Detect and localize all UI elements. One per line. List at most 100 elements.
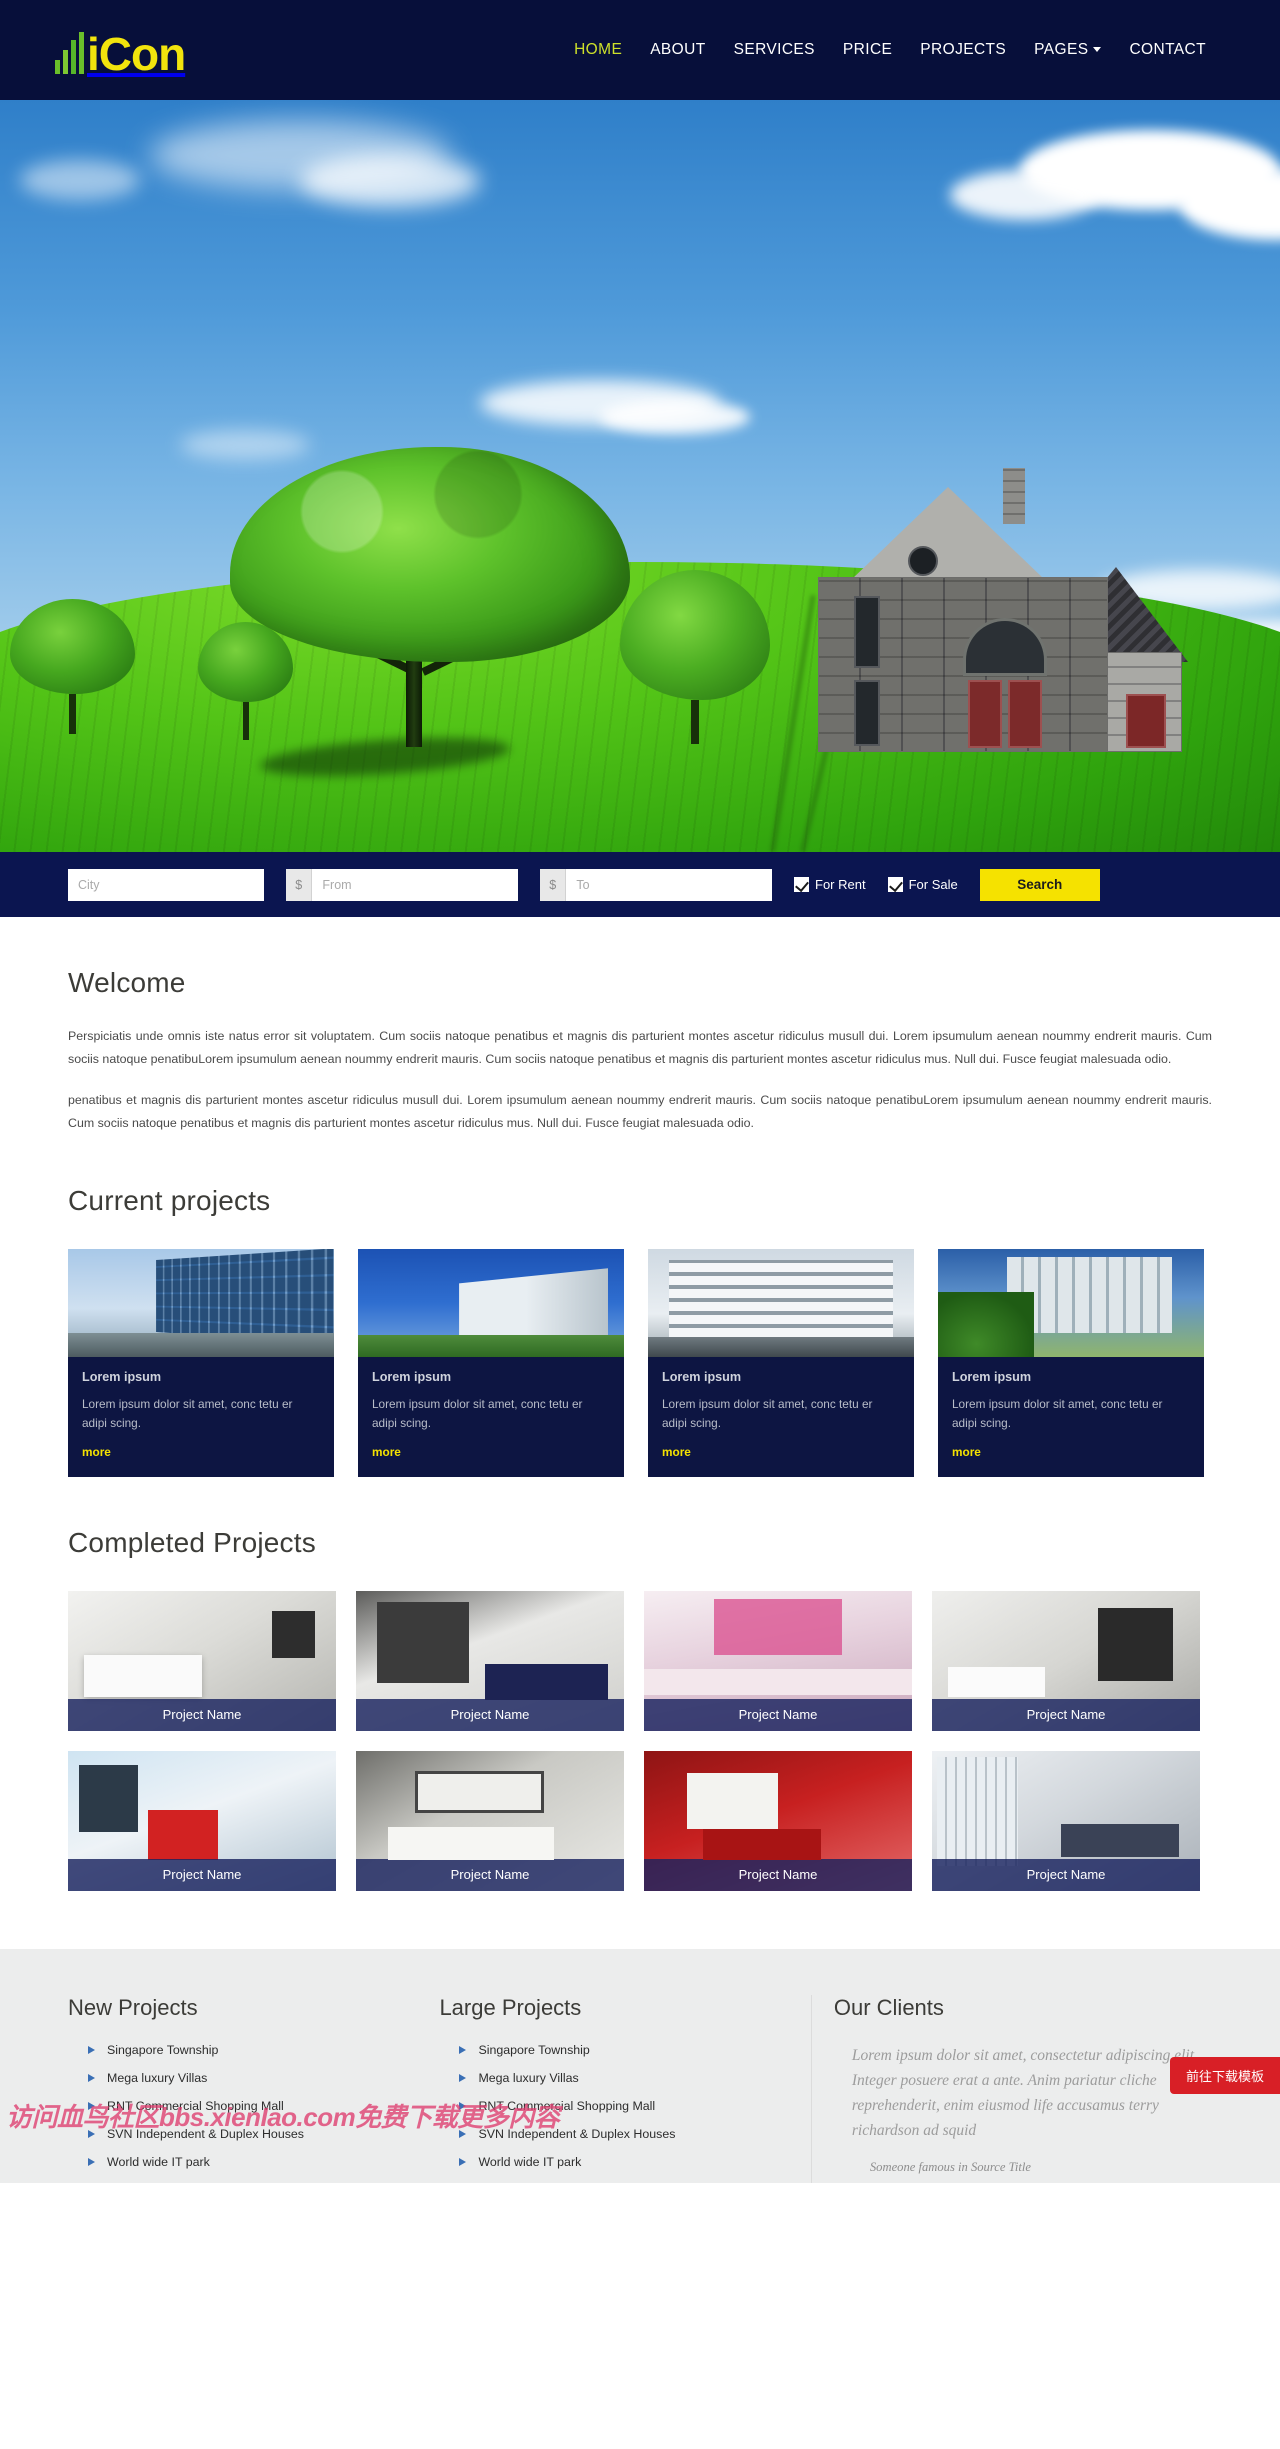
nav-item-projects[interactable]: PROJECTS bbox=[906, 41, 1020, 59]
price-to-field-wrapper: $ bbox=[540, 868, 772, 901]
list-item[interactable]: SVN Independent & Duplex Houses bbox=[68, 2127, 439, 2141]
checkbox-checked-icon bbox=[887, 877, 903, 892]
list-item[interactable]: Mega luxury Villas bbox=[68, 2071, 439, 2085]
nav-item-home[interactable]: HOME bbox=[560, 41, 636, 59]
project-card-title: Lorem ipsum bbox=[952, 1369, 1032, 1384]
for-sale-checkbox[interactable]: For Sale bbox=[887, 877, 958, 892]
current-projects-list: Lorem ipsum Lorem ipsum dolor sit amet, … bbox=[68, 1248, 1212, 1477]
list-item[interactable]: Mega luxury Villas bbox=[439, 2071, 810, 2085]
price-from-field-wrapper: $ bbox=[286, 868, 518, 901]
completed-projects-grid: Project Name Project Name Project Name P… bbox=[68, 1590, 1212, 1891]
for-rent-label: For Rent bbox=[815, 877, 866, 892]
project-card[interactable]: Lorem ipsum Lorem ipsum dolor sit amet, … bbox=[68, 1248, 334, 1477]
tile-caption: Project Name bbox=[932, 1858, 1200, 1891]
city-input[interactable] bbox=[68, 868, 264, 901]
list-item-link[interactable]: SVN Independent & Duplex Houses bbox=[478, 2127, 675, 2141]
house-illustration bbox=[758, 422, 1188, 752]
list-item-link[interactable]: Mega luxury Villas bbox=[478, 2071, 578, 2085]
list-item-link[interactable]: Mega luxury Villas bbox=[107, 2071, 207, 2085]
project-thumbnail bbox=[938, 1248, 1204, 1357]
project-card[interactable]: Lorem ipsum Lorem ipsum dolor sit amet, … bbox=[938, 1248, 1204, 1477]
list-item-link[interactable]: RNT Commercial Shopping Mall bbox=[478, 2099, 655, 2113]
completed-project-tile[interactable]: Project Name bbox=[644, 1590, 912, 1731]
project-card-text: Lorem ipsum dolor sit amet, conc tetu er… bbox=[372, 1396, 583, 1430]
list-item[interactable]: RNT Commercial Shopping Mall bbox=[68, 2099, 439, 2113]
property-search-bar: $ $ For Rent For Sale Search bbox=[0, 852, 1280, 917]
completed-project-tile[interactable]: Project Name bbox=[68, 1590, 336, 1731]
currency-symbol-icon: $ bbox=[540, 868, 567, 901]
current-projects-section: Current projects Lorem ipsum Lorem ipsum… bbox=[0, 1185, 1280, 1477]
site-header: iCon HOME ABOUT SERVICES PRICE PROJECTS … bbox=[0, 0, 1280, 100]
project-card-text: Lorem ipsum dolor sit amet, conc tetu er… bbox=[82, 1396, 293, 1430]
tile-caption: Project Name bbox=[644, 1698, 912, 1731]
search-button[interactable]: Search bbox=[979, 868, 1100, 901]
nav-item-pages-label: PAGES bbox=[1034, 41, 1089, 58]
cloud-decoration bbox=[20, 160, 140, 200]
project-card[interactable]: Lorem ipsum Lorem ipsum dolor sit amet, … bbox=[648, 1248, 914, 1477]
list-item[interactable]: RNT Commercial Shopping Mall bbox=[439, 2099, 810, 2113]
welcome-section: Welcome Perspiciatis unde omnis iste nat… bbox=[0, 967, 1280, 1135]
city-field-wrapper bbox=[68, 868, 264, 901]
project-thumbnail bbox=[68, 1248, 334, 1357]
completed-project-tile[interactable]: Project Name bbox=[356, 1590, 624, 1731]
completed-project-tile[interactable]: Project Name bbox=[644, 1750, 912, 1891]
completed-project-tile[interactable]: Project Name bbox=[356, 1750, 624, 1891]
project-thumbnail bbox=[648, 1248, 914, 1357]
client-testimonial: Lorem ipsum dolor sit amet, consectetur … bbox=[834, 2043, 1212, 2178]
nav-item-pages[interactable]: PAGES bbox=[1020, 41, 1115, 59]
list-item-link[interactable]: SVN Independent & Duplex Houses bbox=[107, 2127, 304, 2141]
for-rent-checkbox[interactable]: For Rent bbox=[794, 877, 866, 892]
list-item-link[interactable]: World wide IT park bbox=[478, 2155, 581, 2169]
list-item-link[interactable]: Singapore Township bbox=[107, 2043, 218, 2057]
project-more-link[interactable]: more bbox=[662, 1445, 691, 1459]
project-more-link[interactable]: more bbox=[372, 1445, 401, 1459]
list-item[interactable]: SVN Independent & Duplex Houses bbox=[439, 2127, 810, 2141]
cloud-decoration bbox=[600, 400, 750, 434]
completed-project-tile[interactable]: Project Name bbox=[932, 1590, 1200, 1731]
currency-symbol-icon: $ bbox=[286, 868, 313, 901]
tile-caption: Project Name bbox=[356, 1858, 624, 1891]
welcome-paragraph-1: Perspiciatis unde omnis iste natus error… bbox=[68, 1029, 1212, 1066]
completed-project-tile[interactable]: Project Name bbox=[68, 1750, 336, 1891]
tile-caption: Project Name bbox=[68, 1858, 336, 1891]
current-projects-title: Current projects bbox=[68, 1184, 271, 1216]
price-to-input[interactable] bbox=[566, 868, 772, 901]
foreground-tree-icon bbox=[230, 447, 630, 747]
nav-item-price[interactable]: PRICE bbox=[829, 41, 906, 59]
welcome-title: Welcome bbox=[68, 967, 186, 998]
project-more-link[interactable]: more bbox=[952, 1445, 981, 1459]
hero-banner bbox=[0, 100, 1280, 852]
arrow-right-icon bbox=[459, 2101, 467, 2110]
nav-item-services[interactable]: SERVICES bbox=[720, 41, 829, 59]
download-template-button[interactable]: 前往下载模板 bbox=[1169, 2056, 1280, 2094]
nav-item-about[interactable]: ABOUT bbox=[636, 41, 719, 59]
bar-chart-logo-icon bbox=[55, 32, 84, 76]
list-item[interactable]: World wide IT park bbox=[439, 2155, 810, 2169]
project-thumbnail bbox=[358, 1248, 624, 1357]
price-from-input[interactable] bbox=[312, 868, 518, 901]
project-card-text: Lorem ipsum dolor sit amet, conc tetu er… bbox=[952, 1396, 1163, 1430]
arrow-right-icon bbox=[459, 2157, 467, 2166]
footer-column-new-projects: New Projects Singapore Township Mega lux… bbox=[68, 1995, 439, 2183]
list-item-link[interactable]: World wide IT park bbox=[107, 2155, 210, 2169]
completed-project-tile[interactable]: Project Name bbox=[932, 1750, 1200, 1891]
arrow-right-icon bbox=[88, 2045, 95, 2054]
arrow-right-icon bbox=[88, 2157, 95, 2166]
footer-column-title: New Projects bbox=[68, 1994, 198, 2020]
project-card-title: Lorem ipsum bbox=[372, 1369, 452, 1384]
arrow-right-icon bbox=[88, 2129, 95, 2138]
site-footer: New Projects Singapore Township Mega lux… bbox=[0, 1948, 1280, 2183]
testimonial-cite: Someone famous in Source Title bbox=[869, 2160, 1032, 2175]
list-item[interactable]: World wide IT park bbox=[68, 2155, 439, 2169]
completed-projects-title: Completed Projects bbox=[68, 1526, 316, 1558]
tile-caption: Project Name bbox=[356, 1698, 624, 1731]
list-item[interactable]: Singapore Township bbox=[439, 2043, 810, 2057]
footer-column-title: Our Clients bbox=[833, 1994, 944, 2020]
list-item-link[interactable]: RNT Commercial Shopping Mall bbox=[107, 2099, 284, 2113]
site-logo[interactable]: iCon bbox=[55, 24, 186, 77]
list-item[interactable]: Singapore Township bbox=[68, 2043, 439, 2057]
project-card[interactable]: Lorem ipsum Lorem ipsum dolor sit amet, … bbox=[358, 1248, 624, 1477]
list-item-link[interactable]: Singapore Township bbox=[478, 2043, 589, 2057]
nav-item-contact[interactable]: CONTACT bbox=[1115, 41, 1220, 59]
project-more-link[interactable]: more bbox=[82, 1445, 111, 1459]
